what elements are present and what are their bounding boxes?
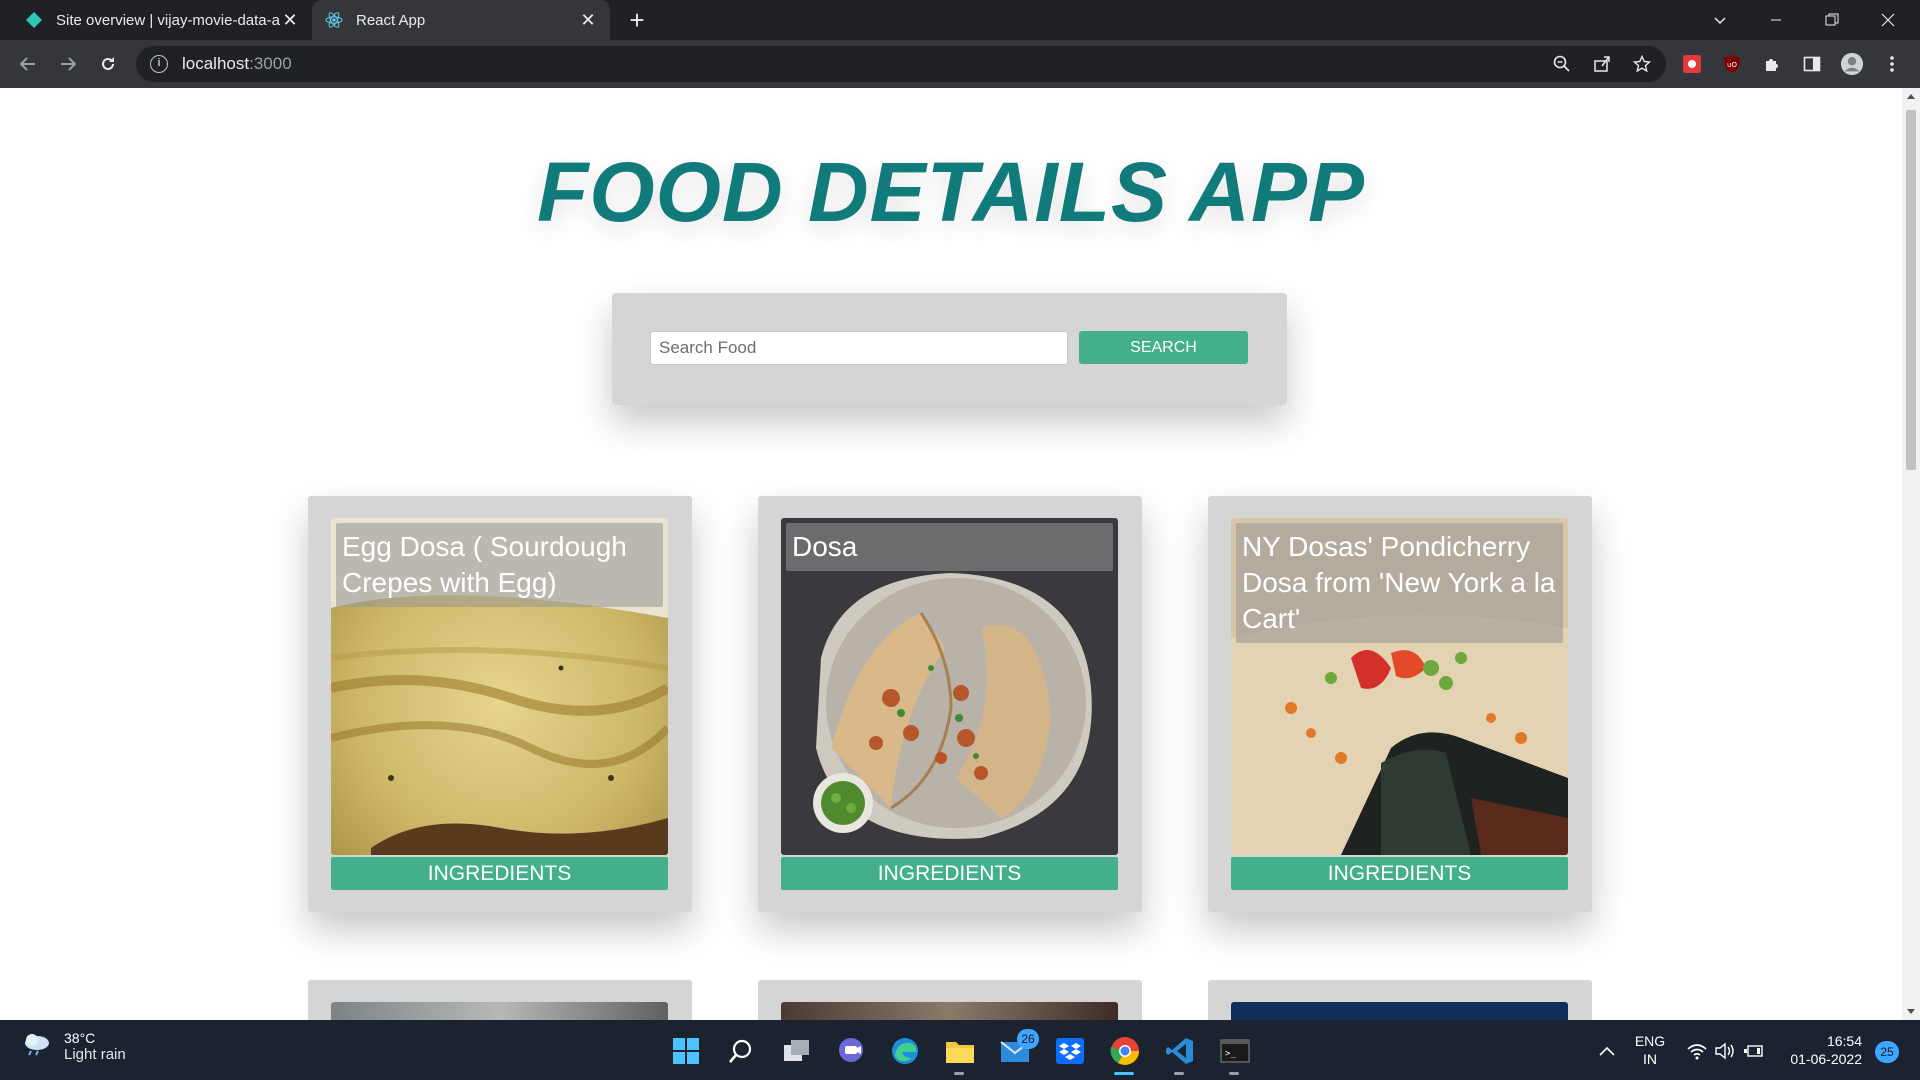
- ublock-icon[interactable]: uO: [1720, 52, 1744, 76]
- scroll-up-arrow-icon[interactable]: [1907, 94, 1915, 99]
- search-input[interactable]: [650, 331, 1068, 365]
- food-card: [308, 980, 692, 1020]
- teams-chat-icon[interactable]: [834, 1034, 868, 1068]
- extension-red-icon[interactable]: [1680, 52, 1704, 76]
- vscode-icon[interactable]: [1163, 1034, 1197, 1068]
- browser-tab-strip: Site overview | vijay-movie-data-a ✕ Rea…: [0, 0, 1920, 40]
- cloud-rain-icon: [22, 1032, 52, 1061]
- start-windows-icon[interactable]: [669, 1034, 703, 1068]
- bookmark-star-icon[interactable]: [1630, 52, 1654, 76]
- terminal-icon[interactable]: >_: [1218, 1034, 1252, 1068]
- tab-title: Site overview | vijay-movie-data-a: [56, 11, 280, 29]
- edge-icon[interactable]: [888, 1034, 922, 1068]
- browser-toolbar: i localhost:3000 uO: [0, 40, 1920, 88]
- address-bar[interactable]: i localhost:3000: [136, 46, 1666, 82]
- food-image: Dosa: [781, 518, 1118, 855]
- clock-date: 01-06-2022: [1790, 1051, 1862, 1067]
- food-name: Egg Dosa ( Sourdough Crepes with Egg): [336, 523, 663, 607]
- food-card: Egg Dosa ( Sourdough Crepes with Egg) IN…: [308, 496, 692, 912]
- url-host: localhost: [182, 54, 250, 73]
- battery-icon[interactable]: [1736, 1034, 1770, 1068]
- weather-temp: 38°C: [64, 1030, 96, 1046]
- dropbox-icon[interactable]: [1053, 1034, 1087, 1068]
- search-icon[interactable]: [724, 1034, 758, 1068]
- search-button[interactable]: SEARCH: [1079, 331, 1248, 364]
- weather-widget[interactable]: 38°C Light rain: [22, 1030, 126, 1063]
- page-scrollbar[interactable]: [1902, 88, 1920, 1020]
- food-card: [758, 980, 1142, 1020]
- food-card: [1208, 980, 1592, 1020]
- food-card: NY Dosas' Pondicherry Dosa from 'New Yor…: [1208, 496, 1592, 912]
- running-indicator: [1229, 1072, 1239, 1075]
- search-panel: SEARCH: [612, 293, 1287, 405]
- svg-text:uO: uO: [1727, 61, 1737, 69]
- running-indicator: [954, 1072, 964, 1075]
- ingredients-button[interactable]: INGREDIENTS: [781, 857, 1118, 890]
- food-card: Dosa INGREDIENTS: [758, 496, 1142, 912]
- browser-menu-icon[interactable]: [1880, 52, 1904, 76]
- tab-react-app[interactable]: React App ✕: [312, 0, 610, 40]
- active-indicator: [1114, 1072, 1134, 1075]
- profile-avatar[interactable]: [1840, 52, 1864, 76]
- forward-button[interactable]: [54, 50, 82, 78]
- react-icon: [324, 10, 344, 30]
- reload-button[interactable]: [94, 50, 122, 78]
- back-button[interactable]: [14, 50, 42, 78]
- tab-title: React App: [356, 11, 426, 29]
- notification-badge[interactable]: 25: [1875, 1041, 1899, 1063]
- minimize-button[interactable]: [1748, 0, 1804, 40]
- restore-button[interactable]: [1804, 0, 1860, 40]
- food-name: NY Dosas' Pondicherry Dosa from 'New Yor…: [1236, 523, 1563, 643]
- netlify-icon: [24, 10, 44, 30]
- food-image: [1231, 1002, 1568, 1020]
- ingredients-button[interactable]: INGREDIENTS: [331, 857, 668, 890]
- close-tab-icon[interactable]: ✕: [280, 10, 300, 31]
- task-view-icon[interactable]: [780, 1034, 814, 1068]
- mail-badge: 26: [1017, 1029, 1039, 1049]
- clock[interactable]: 16:54 01-06-2022: [1778, 1032, 1862, 1068]
- zoom-icon[interactable]: [1550, 52, 1574, 76]
- file-explorer-icon[interactable]: [943, 1034, 977, 1068]
- svg-text:>_: >_: [1225, 1049, 1236, 1059]
- food-name: Dosa: [786, 523, 1113, 571]
- page-viewport: FOOD DETAILS APP SEARCH: [0, 88, 1902, 1020]
- windows-taskbar: 38°C Light rain 26 >_ ENG IN 16:54 01-06…: [0, 1020, 1920, 1080]
- close-tab-icon[interactable]: ✕: [578, 10, 598, 31]
- food-image: NY Dosas' Pondicherry Dosa from 'New Yor…: [1231, 518, 1568, 855]
- clock-time: 16:54: [1826, 1033, 1862, 1049]
- food-image: [781, 1002, 1118, 1020]
- tab-search-chevron-icon[interactable]: [1692, 0, 1748, 40]
- running-indicator: [1174, 1072, 1184, 1075]
- tab-site-overview[interactable]: Site overview | vijay-movie-data-a ✕: [12, 0, 312, 40]
- scroll-down-arrow-icon[interactable]: [1907, 1009, 1915, 1014]
- language-indicator[interactable]: ENG IN: [1630, 1032, 1670, 1068]
- share-icon[interactable]: [1590, 52, 1614, 76]
- weather-desc: Light rain: [64, 1046, 126, 1063]
- new-tab-button[interactable]: +: [622, 5, 652, 35]
- lang-bottom: IN: [1643, 1051, 1657, 1067]
- ingredients-button[interactable]: INGREDIENTS: [1231, 857, 1568, 890]
- site-info-icon[interactable]: i: [150, 55, 168, 73]
- extensions-puzzle-icon[interactable]: [1760, 52, 1784, 76]
- food-image: [331, 1002, 668, 1020]
- scroll-thumb[interactable]: [1906, 110, 1916, 470]
- food-image: Egg Dosa ( Sourdough Crepes with Egg): [331, 518, 668, 855]
- app-title: FOOD DETAILS APP: [536, 145, 1366, 239]
- url-port: :3000: [249, 54, 292, 73]
- lang-top: ENG: [1634, 1033, 1666, 1049]
- close-window-button[interactable]: [1860, 0, 1916, 40]
- chevron-up-icon[interactable]: [1590, 1034, 1624, 1068]
- chrome-icon[interactable]: [1108, 1034, 1142, 1068]
- side-panel-icon[interactable]: [1800, 52, 1824, 76]
